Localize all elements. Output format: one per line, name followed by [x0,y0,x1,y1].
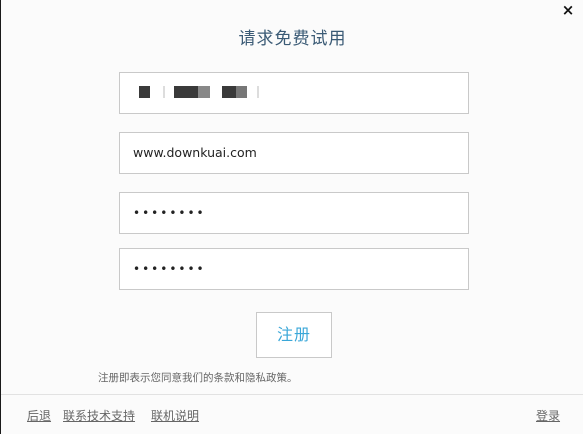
name-field[interactable] [119,72,469,114]
website-field[interactable]: www.downkuai.com [119,132,469,174]
login-link[interactable]: 登录 [536,407,560,424]
dialog-title: 请求免费试用 [238,29,347,49]
password-field[interactable]: •••••••• [119,192,469,234]
terms-notice: 注册即表示您同意我们的条款和隐私政策。 [98,372,298,384]
redacted-text-block [236,86,247,98]
redacted-text-block [163,86,165,98]
confirm-password-field[interactable]: •••••••• [119,248,469,290]
redacted-text-block [222,86,236,98]
back-link[interactable]: 后退 [27,407,51,424]
redacted-text-block [139,86,150,98]
register-button[interactable]: 注册 [256,312,332,358]
redacted-text-block [257,86,259,98]
contact-support-link[interactable]: 联系技术支持 [63,407,135,424]
trial-request-dialog: × 请求免费试用 www.downkuai.com •••••••• •••••… [0,0,583,434]
redacted-text-block [174,86,198,98]
footer-divider [1,394,583,395]
redacted-text-block [198,86,210,98]
online-help-link[interactable]: 联机说明 [151,407,199,424]
close-icon[interactable]: × [561,3,575,18]
